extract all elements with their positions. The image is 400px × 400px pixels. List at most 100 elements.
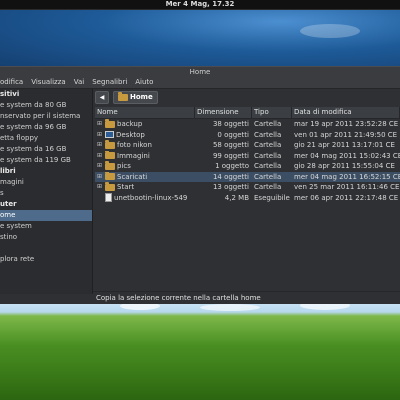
column-name[interactable]: Nome bbox=[95, 107, 195, 118]
cell-name: ⊞ Desktop bbox=[95, 130, 195, 141]
sidebar: sitivi e system da 80 GB nservato per il s… bbox=[0, 89, 93, 294]
table-row[interactable]: ⊞ Desktop 0 oggetti Cartella ven 01 apr 2011… bbox=[95, 130, 400, 141]
file-name: backup bbox=[117, 120, 143, 128]
sidebar-item[interactable] bbox=[0, 243, 92, 254]
cell-date: mer 04 mag 2011 15:02:43 CE bbox=[294, 151, 400, 160]
cell-name: unetbootin-linux-549 bbox=[95, 193, 195, 204]
cell-type: Cartella bbox=[254, 172, 282, 181]
sidebar-item[interactable]: stino bbox=[0, 232, 92, 243]
menu-segnalibri[interactable]: Segnalibri bbox=[92, 77, 127, 88]
sidebar-item[interactable]: ome bbox=[0, 210, 92, 221]
path-home-button[interactable]: Home bbox=[113, 90, 158, 104]
cell-date: gio 21 apr 2011 13:17:01 CE bbox=[294, 141, 395, 149]
file-list: Nome Dimensione Tipo Data di modifica ⊞ b… bbox=[95, 107, 400, 203]
top-panel: Mer 4 Mag, 17.32 bbox=[0, 0, 400, 10]
desktop-icon bbox=[105, 131, 114, 139]
table-row[interactable]: ⊞ Scaricati 14 oggetti Cartella mer 04 mag 2… bbox=[95, 171, 400, 183]
file-rows: ⊞ backup 38 oggetti Cartella mar 19 apr 2011… bbox=[95, 119, 400, 203]
cell-name: ⊞ pics bbox=[95, 161, 195, 172]
cell-type: Cartella bbox=[254, 162, 282, 170]
cell-size: 4,2 MB bbox=[224, 193, 249, 202]
expander-icon[interactable]: ⊞ bbox=[97, 161, 103, 172]
cell-size: 13 oggetti bbox=[212, 183, 249, 191]
path-bar: ◀ Home bbox=[93, 89, 400, 105]
expander-icon[interactable]: ⊞ bbox=[97, 130, 103, 141]
expander-icon[interactable]: ⊞ bbox=[97, 119, 103, 130]
cell-size: 0 oggetti bbox=[217, 130, 249, 139]
folder-icon bbox=[105, 140, 115, 149]
menu-bar: odifica Visualizza Vai Segnalibri Aiuto bbox=[0, 77, 400, 89]
folder-icon bbox=[105, 161, 115, 170]
menu-vai[interactable]: Vai bbox=[74, 77, 84, 88]
sidebar-item[interactable]: e system da 96 GB bbox=[0, 122, 92, 133]
home-folder-icon bbox=[118, 91, 128, 101]
cell-type: Cartella bbox=[254, 130, 282, 139]
sidebar-item[interactable]: s bbox=[0, 188, 92, 199]
cell-date: mer 04 mag 2011 16:52:15 CE bbox=[294, 172, 400, 181]
status-bar: Copia la selezione corrente nella cartel… bbox=[93, 291, 400, 304]
expander-icon[interactable]: ⊞ bbox=[97, 151, 103, 162]
cell-date: ven 25 mar 2011 16:11:46 CE bbox=[294, 183, 400, 191]
cell-size: 99 oggetti bbox=[212, 151, 249, 160]
path-home-label: Home bbox=[130, 92, 153, 101]
sidebar-item[interactable]: e system da 119 GB bbox=[0, 155, 92, 166]
expander-icon[interactable]: ⊞ bbox=[97, 182, 103, 193]
file-icon bbox=[105, 193, 112, 203]
menu-modifica[interactable]: odifica bbox=[0, 77, 23, 88]
cell-name: ⊞ backup bbox=[95, 119, 195, 130]
window-title: Home bbox=[0, 67, 400, 77]
table-row[interactable]: ⊞ Start 13 oggetti Cartella ven 25 mar 2011 … bbox=[95, 182, 400, 193]
folder-icon bbox=[105, 182, 115, 191]
menu-aiuto[interactable]: Aiuto bbox=[135, 77, 153, 88]
sidebar-item[interactable]: e system bbox=[0, 221, 92, 232]
column-date[interactable]: Data di modifica bbox=[292, 107, 400, 118]
cell-date: mer 06 apr 2011 22:17:48 CE bbox=[294, 193, 399, 202]
file-name: pics bbox=[117, 162, 131, 170]
cell-name: ⊞ Start bbox=[95, 182, 195, 193]
table-row[interactable]: unetbootin-linux-549 4,2 MB Eseguibile mer … bbox=[95, 193, 400, 204]
sidebar-item[interactable]: etta floppy bbox=[0, 133, 92, 144]
column-size[interactable]: Dimensione bbox=[195, 107, 252, 118]
cell-type: Cartella bbox=[254, 183, 282, 191]
folder-icon bbox=[105, 171, 115, 181]
file-manager-window: Home odifica Visualizza Vai Segnalibri A… bbox=[0, 66, 400, 304]
sidebar-section-heading: uter bbox=[0, 200, 17, 208]
sidebar-item[interactable]: e system da 16 GB bbox=[0, 144, 92, 155]
cell-type: Cartella bbox=[254, 141, 282, 149]
expander-icon[interactable]: ⊞ bbox=[97, 140, 103, 151]
cell-date: gio 28 apr 2011 15:55:04 CE bbox=[294, 162, 395, 170]
sidebar-section-heading: libri bbox=[0, 167, 16, 175]
clock[interactable]: Mer 4 Mag, 17.32 bbox=[0, 0, 400, 9]
chevron-left-icon: ◀ bbox=[99, 93, 105, 101]
cell-size: 38 oggetti bbox=[212, 120, 249, 128]
sidebar-section-heading: sitivi bbox=[0, 90, 20, 98]
path-back-button[interactable]: ◀ bbox=[95, 90, 109, 104]
sidebar-item[interactable]: plora rete bbox=[0, 254, 92, 265]
sidebar-item[interactable]: e system da 80 GB bbox=[0, 100, 92, 111]
cell-name: ⊞ foto nikon bbox=[95, 140, 195, 151]
table-row[interactable]: ⊞ Immagini 99 oggetti Cartella mer 04 mag 20… bbox=[95, 150, 400, 162]
desktop-wallpaper-sky bbox=[0, 10, 400, 68]
menu-visualizza[interactable]: Visualizza bbox=[31, 77, 65, 88]
cell-type: Eseguibile bbox=[254, 193, 290, 202]
sidebar-item[interactable]: magini bbox=[0, 177, 92, 188]
cell-date: mar 19 apr 2011 23:52:28 CE bbox=[294, 120, 399, 128]
cell-size: 14 oggetti bbox=[212, 172, 249, 181]
sidebar-item[interactable]: nservato per il sistema bbox=[0, 111, 92, 122]
file-name: foto nikon bbox=[117, 141, 152, 149]
table-row[interactable]: ⊞ foto nikon 58 oggetti Cartella gio 21 apr … bbox=[95, 140, 400, 151]
table-row[interactable]: ⊞ pics 1 oggetto Cartella gio 28 apr 2011 15… bbox=[95, 161, 400, 172]
file-name: Desktop bbox=[116, 130, 145, 139]
folder-icon bbox=[105, 150, 115, 160]
cell-name: ⊞ Immagini bbox=[95, 150, 195, 162]
file-name: Immagini bbox=[117, 151, 150, 160]
expander-icon[interactable]: ⊞ bbox=[97, 172, 103, 183]
column-type[interactable]: Tipo bbox=[252, 107, 292, 118]
main-pane: ◀ Home Nome Dimensione Tipo Data di modi… bbox=[93, 89, 400, 304]
desktop-wallpaper-grass bbox=[0, 300, 400, 400]
table-row[interactable]: ⊞ backup 38 oggetti Cartella mar 19 apr 2011… bbox=[95, 119, 400, 130]
cell-date: ven 01 apr 2011 21:49:50 CE bbox=[294, 130, 398, 139]
file-list-header: Nome Dimensione Tipo Data di modifica bbox=[95, 107, 400, 119]
file-name: unetbootin-linux-549 bbox=[114, 193, 188, 202]
folder-icon bbox=[105, 119, 115, 128]
